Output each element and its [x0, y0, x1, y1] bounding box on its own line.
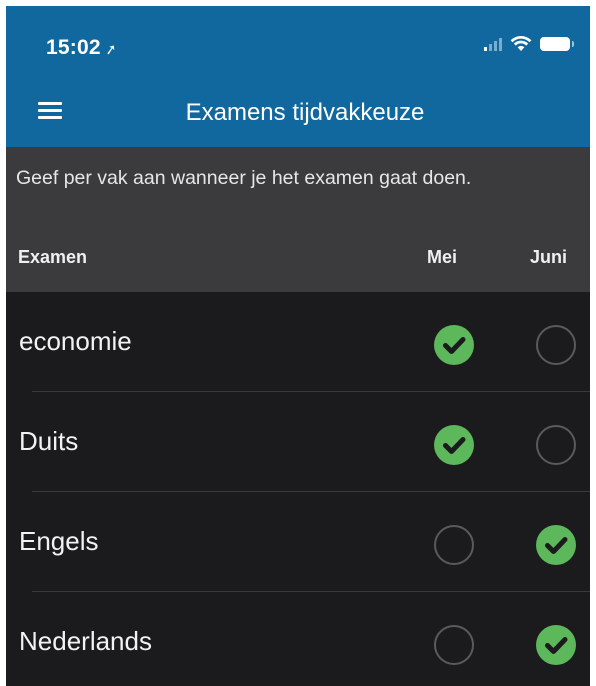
- mei-radio-button[interactable]: [434, 525, 474, 565]
- juni-radio-button[interactable]: [536, 325, 576, 365]
- exam-name: economie: [19, 326, 132, 356]
- checkmark-icon: [545, 637, 568, 654]
- battery-icon: [540, 37, 574, 51]
- juni-radio-button[interactable]: [536, 525, 576, 565]
- screen-title: Examens tijdvakkeuze: [185, 99, 425, 126]
- column-header-exam: Examen: [18, 247, 88, 267]
- nav-bar: 15:02 ➚ Examens tijdvakkeuze: [6, 6, 590, 147]
- status-time-text: 15:02: [46, 36, 101, 59]
- exam-row: economie: [6, 292, 590, 392]
- app-screen: 15:02 ➚ Examens tijdvakkeuze Geef per vak…: [6, 6, 590, 686]
- wifi-icon: [510, 36, 532, 51]
- exam-row: Engels: [6, 492, 590, 592]
- juni-radio-button[interactable]: [536, 625, 576, 665]
- mei-radio-button[interactable]: [434, 625, 474, 665]
- instruction-text: Geef per vak aan wanneer je het examen g…: [16, 167, 472, 189]
- checkmark-icon: [545, 537, 568, 554]
- exam-list: economie Duits Engels Nederlands: [6, 292, 590, 686]
- status-icons: [484, 36, 574, 52]
- checkmark-icon: [443, 337, 466, 354]
- exam-name: Nederlands: [19, 626, 152, 656]
- column-header-mei: Mei: [427, 247, 458, 267]
- juni-radio-button[interactable]: [536, 425, 576, 465]
- mei-radio-button[interactable]: [434, 425, 474, 465]
- location-arrow-icon: ➚: [103, 40, 118, 58]
- exam-row: Duits: [6, 392, 590, 492]
- mei-radio-button[interactable]: [434, 325, 474, 365]
- status-time: 15:02 ➚: [46, 36, 118, 60]
- list-header: Geef per vak aan wanneer je het examen g…: [6, 147, 590, 292]
- exam-row: Nederlands: [6, 592, 590, 686]
- column-header-juni: Juni: [530, 247, 568, 267]
- exam-name: Engels: [19, 526, 99, 556]
- exam-name: Duits: [19, 426, 79, 456]
- cellular-signal-icon: [484, 37, 502, 51]
- checkmark-icon: [443, 437, 466, 454]
